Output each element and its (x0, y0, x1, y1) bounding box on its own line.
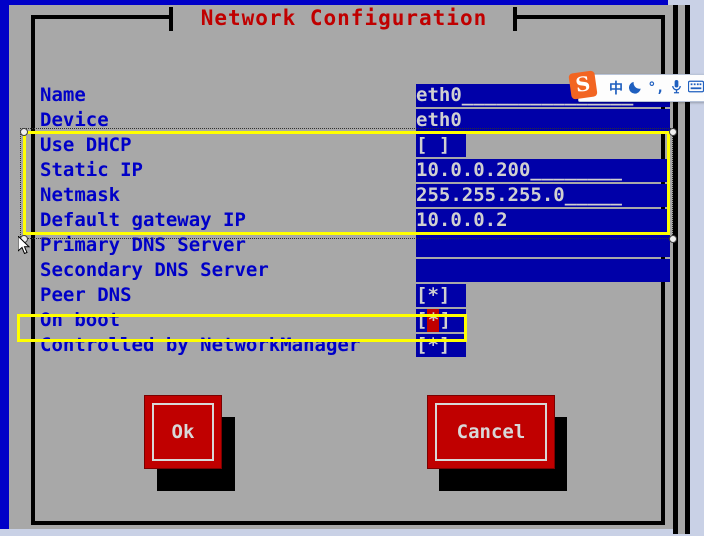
form-row-label: Static IP (40, 159, 143, 181)
cancel-button-label: Cancel (435, 403, 547, 461)
form-row[interactable]: Device eth0 (9, 108, 704, 133)
form-row-input[interactable] (416, 234, 670, 257)
form-row[interactable]: Controlled by NetworkManager [*] (9, 333, 704, 358)
form-row[interactable]: Primary DNS Server (9, 233, 704, 258)
form-row-input[interactable]: 10.0.0.200________ (416, 159, 670, 182)
form-row-input[interactable]: 255.255.255.0_____ (416, 184, 670, 207)
microphone-icon[interactable] (666, 79, 686, 98)
form-row[interactable]: Peer DNS [*] (9, 283, 704, 308)
form-row-label: Device (40, 109, 109, 131)
form-row-label: Secondary DNS Server (40, 259, 269, 281)
form-row-label: Netmask (40, 184, 121, 206)
form-row-label: On boot (40, 309, 121, 331)
network-config-form: Name eth0_______________ Device eth0 Use DHC… (9, 83, 704, 358)
form-row[interactable]: Netmask 255.255.255.0_____ (9, 183, 704, 208)
ok-button-label: Ok (152, 403, 214, 461)
page-title: Network Configuration (200, 6, 488, 30)
title-bracket-left (169, 7, 173, 31)
punctuation-icon[interactable]: °, (646, 80, 666, 96)
form-row-checkbox[interactable]: [*] (416, 284, 466, 307)
keyboard-icon[interactable] (686, 80, 704, 97)
mouse-cursor-icon (18, 236, 31, 255)
form-row-input[interactable]: 10.0.0.2 (416, 209, 670, 232)
form-row-label: Primary DNS Server (40, 234, 246, 256)
form-row-label: Controlled by NetworkManager (40, 334, 361, 356)
selection-handle-bottom-right[interactable] (669, 235, 677, 243)
form-row[interactable]: Secondary DNS Server (9, 258, 704, 283)
selection-handle-top-left[interactable] (20, 128, 28, 136)
form-row-label: Peer DNS (40, 284, 132, 306)
sogou-ime-toolbar[interactable]: 中 °, (578, 74, 704, 102)
form-row-checkbox[interactable]: [ ] (416, 134, 466, 157)
form-row-input[interactable]: eth0 (416, 109, 670, 132)
title-bracket-right (513, 7, 517, 31)
form-row[interactable]: On boot [*] (9, 308, 704, 333)
sogou-logo-icon[interactable]: S (568, 70, 598, 100)
form-row-checkbox[interactable]: [*] (416, 334, 466, 357)
form-row-checkbox[interactable]: [*] (416, 309, 466, 332)
form-row-label: Use DHCP (40, 134, 132, 156)
form-row[interactable]: Use DHCP [ ] (9, 133, 704, 158)
window-chrome-left (0, 0, 9, 529)
form-row-label: Name (40, 84, 86, 106)
terminal-screen: Network Configuration Name eth0__________… (0, 0, 704, 536)
ok-button[interactable]: Ok (144, 395, 222, 469)
chinese-mode-icon[interactable]: 中 (606, 78, 626, 98)
form-row-label: Default gateway IP (40, 209, 246, 231)
form-row-input[interactable] (416, 259, 670, 282)
form-row[interactable]: Static IP 10.0.0.200________ (9, 158, 704, 183)
form-row[interactable]: Default gateway IP 10.0.0.2 (9, 208, 704, 233)
moon-icon[interactable] (626, 79, 646, 98)
cancel-button[interactable]: Cancel (427, 395, 555, 469)
selection-handle-top-right[interactable] (669, 128, 677, 136)
